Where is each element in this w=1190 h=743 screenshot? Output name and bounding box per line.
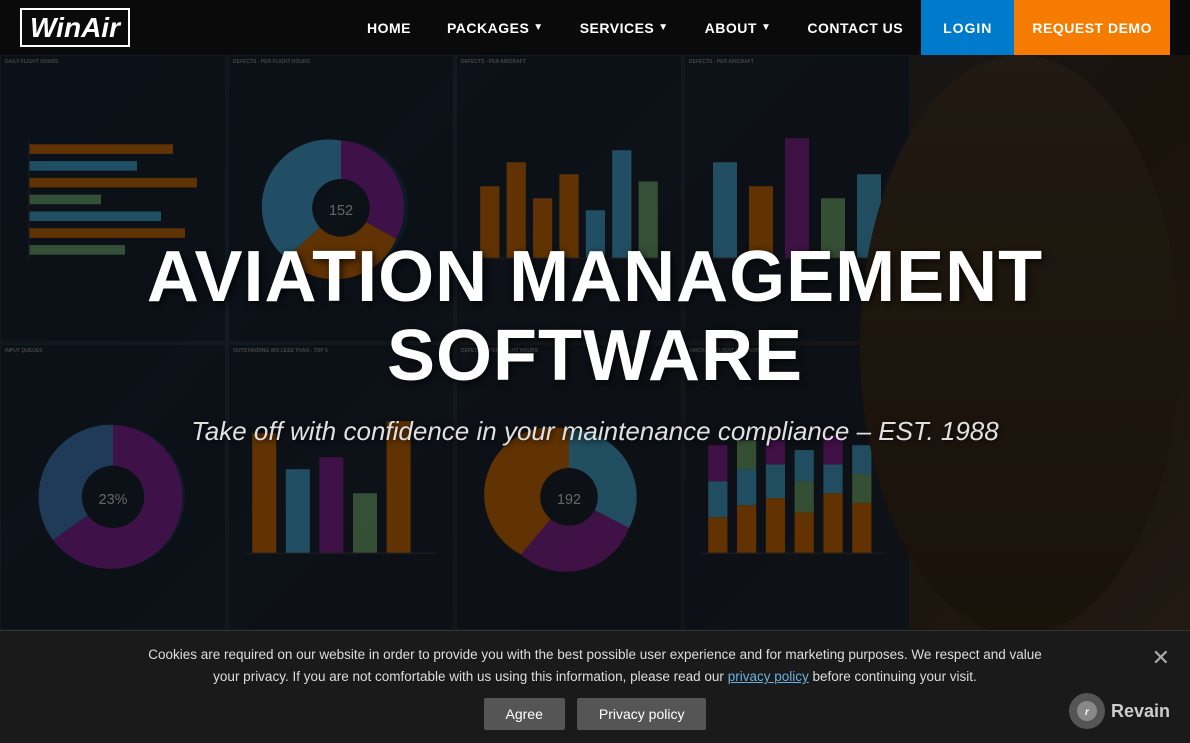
chevron-down-icon: ▼ (658, 22, 668, 33)
hero-section: DAILY FLIGHT HOURS DEFECTS - PER FLIGHT … (0, 0, 1190, 630)
revain-logo-icon: r (1069, 693, 1105, 729)
request-demo-button[interactable]: REQUEST DEMO (1014, 0, 1170, 55)
logo-text: WinAir (20, 8, 130, 47)
privacy-policy-button[interactable]: Privacy policy (577, 698, 707, 730)
logo[interactable]: WinAir (20, 12, 130, 44)
cookie-message: Cookies are required on our website in o… (145, 644, 1045, 687)
cookie-banner: Cookies are required on our website in o… (0, 630, 1190, 743)
hero-content: AVIATION MANAGEMENT SOFTWARE Take off wi… (0, 55, 1190, 630)
revain-badge: r Revain (1069, 693, 1170, 729)
chevron-down-icon: ▼ (761, 22, 771, 33)
login-button[interactable]: LOGIN (921, 0, 1014, 55)
navbar: WinAir HOME PACKAGES ▼ SERVICES ▼ ABOUT … (0, 0, 1190, 55)
hero-title: AVIATION MANAGEMENT SOFTWARE (80, 238, 1110, 396)
nav-contact[interactable]: CONTACT US (789, 0, 921, 55)
privacy-policy-link[interactable]: privacy policy (728, 669, 809, 684)
revain-label: Revain (1111, 701, 1170, 722)
nav-services[interactable]: SERVICES ▼ (562, 0, 687, 55)
chevron-down-icon: ▼ (533, 22, 543, 33)
nav-packages[interactable]: PACKAGES ▼ (429, 0, 562, 55)
cookie-buttons: Agree Privacy policy (484, 698, 707, 730)
hero-subtitle: Take off with confidence in your mainten… (191, 416, 998, 447)
close-cookie-button[interactable]: ✕ (1152, 645, 1170, 671)
nav-about[interactable]: ABOUT ▼ (687, 0, 790, 55)
nav-home[interactable]: HOME (349, 0, 429, 55)
agree-button[interactable]: Agree (484, 698, 565, 730)
nav-links: HOME PACKAGES ▼ SERVICES ▼ ABOUT ▼ CONTA… (349, 0, 1170, 55)
